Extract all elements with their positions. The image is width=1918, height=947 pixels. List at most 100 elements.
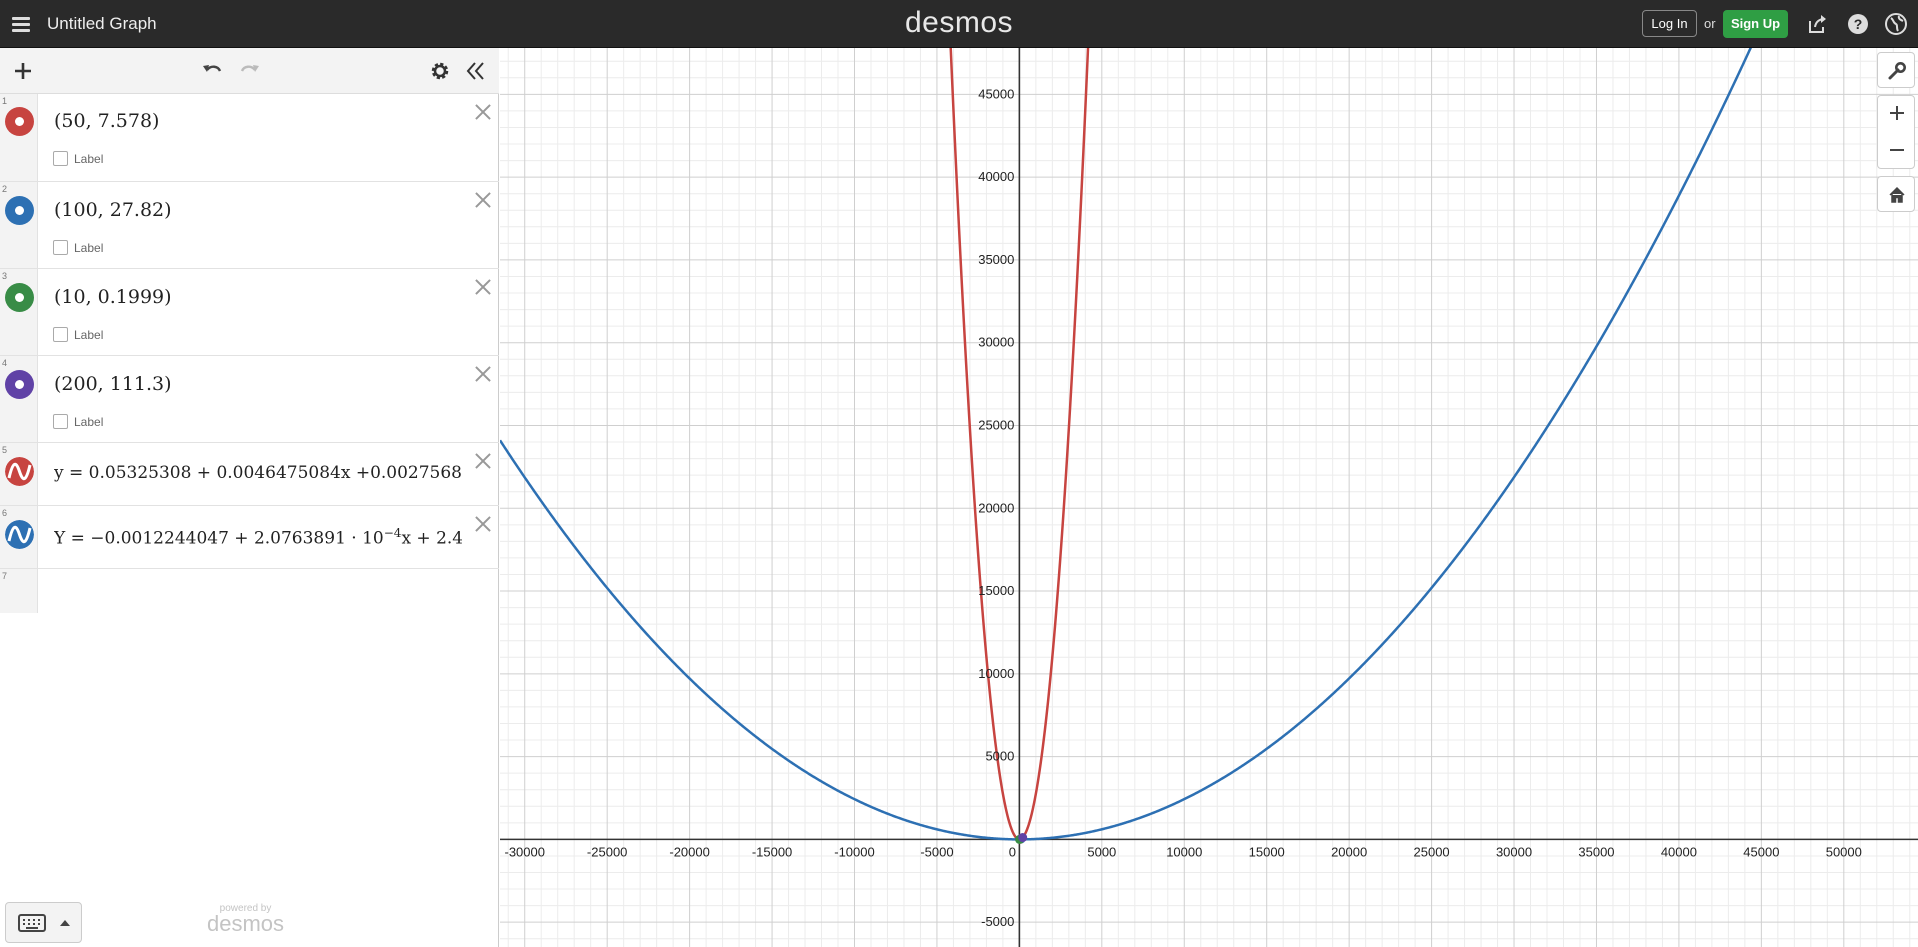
expression-row[interactable]: 4 (200, 111.3) Label (0, 356, 499, 443)
graph-title[interactable]: Untitled Graph (47, 14, 157, 34)
point-color-icon[interactable] (5, 107, 34, 136)
wrench-settings-icon (1888, 62, 1906, 80)
x-tick-label: 0 (1009, 844, 1016, 859)
y-tick-label: 20000 (978, 500, 1014, 515)
default-viewport-button[interactable] (1877, 176, 1915, 212)
expression-part: x + 2.4 (401, 528, 462, 549)
close-icon[interactable] (472, 189, 494, 211)
expression-input[interactable]: y = 0.05325308 + 0.0046475084x +0.002756… (54, 463, 462, 483)
x-tick-label: 20000 (1331, 844, 1367, 859)
expression-gutter: 4 (0, 356, 38, 442)
expression-number: 7 (2, 571, 8, 581)
signup-button[interactable]: Sign Up (1723, 10, 1788, 38)
expression-input[interactable]: Y = −0.0012244047 + 2.0763891 · 10−4x + … (54, 526, 462, 549)
y-tick-label: -5000 (981, 914, 1014, 929)
label-text: Label (74, 151, 104, 166)
graph-canvas[interactable]: -30000 -25000 -20000 -15000 -10000 -5000 0 5000… (500, 48, 1918, 947)
expression-gutter: 3 (0, 269, 38, 355)
powered-by-desmos: powered by desmos (207, 903, 284, 937)
zoom-out-icon[interactable] (1888, 141, 1906, 159)
expression-row[interactable]: 2 (100, 27.82) Label (0, 182, 499, 269)
expression-input[interactable]: (10, 0.1999) (54, 286, 172, 308)
x-tick-label: 10000 (1166, 844, 1202, 859)
x-tick-label: -5000 (920, 844, 953, 859)
expression-toolbar (0, 48, 499, 94)
redo-icon[interactable] (237, 58, 263, 84)
close-icon[interactable] (472, 450, 494, 472)
close-icon[interactable] (472, 276, 494, 298)
x-tick-label: 50000 (1826, 844, 1862, 859)
curve-series-2 (500, 48, 1752, 841)
expression-panel: 1 (50, 7.578) Label 2 (100, 27.82) Label (0, 48, 499, 947)
expression-gutter: 1 (0, 94, 38, 181)
data-point-4 (1018, 833, 1028, 843)
label-toggle[interactable]: Label (53, 240, 103, 255)
desmos-logo: desmos (904, 6, 1014, 39)
expression-list: 1 (50, 7.578) Label 2 (100, 27.82) Label (0, 94, 499, 613)
close-icon[interactable] (472, 101, 494, 123)
y-tick-label: 35000 (978, 252, 1014, 267)
label-checkbox[interactable] (53, 151, 68, 166)
x-tick-label: -30000 (504, 844, 544, 859)
powered-by-logo: desmos (207, 911, 285, 936)
expression-gutter: 2 (0, 182, 38, 268)
x-tick-label: -15000 (752, 844, 792, 859)
expression-input[interactable]: (50, 7.578) (54, 110, 159, 132)
expression-row[interactable]: 5 y = 0.05325308 + 0.0046475084x +0.0027… (0, 443, 499, 506)
label-checkbox[interactable] (53, 327, 68, 342)
label-text: Label (74, 240, 104, 255)
expression-gutter: 7 (0, 569, 38, 613)
point-color-icon[interactable] (5, 196, 34, 225)
point-color-icon[interactable] (5, 370, 34, 399)
close-icon[interactable] (472, 363, 494, 385)
expression-gutter: 5 (0, 443, 38, 505)
function-wave-icon[interactable] (5, 457, 34, 486)
expression-part: Y = −0.0012244047 + 2.0763891 · 10 (54, 528, 384, 549)
x-tick-label: 5000 (1087, 844, 1116, 859)
zoom-controls (1877, 95, 1915, 169)
share-icon[interactable] (1806, 12, 1830, 36)
expression-row[interactable]: 3 (10, 0.1999) Label (0, 269, 499, 356)
expression-row[interactable]: 1 (50, 7.578) Label (0, 94, 499, 182)
expression-number: 4 (2, 358, 8, 368)
keyboard-toggle-button[interactable] (5, 902, 82, 943)
y-tick-label: 5000 (985, 749, 1014, 764)
function-wave-icon[interactable] (5, 520, 34, 549)
y-tick-label: 25000 (978, 417, 1014, 432)
expression-input[interactable]: (200, 111.3) (54, 373, 172, 395)
expression-row[interactable]: 6 Y = −0.0012244047 + 2.0763891 · 10−4x … (0, 506, 499, 569)
point-color-icon[interactable] (5, 283, 34, 312)
label-text: Label (74, 414, 104, 429)
x-tick-label: 30000 (1496, 844, 1532, 859)
label-checkbox[interactable] (53, 414, 68, 429)
label-toggle[interactable]: Label (53, 327, 103, 342)
login-button[interactable]: Log In (1642, 10, 1697, 37)
home-icon (1889, 186, 1905, 203)
curve-series-1 (949, 48, 1090, 841)
y-tick-label: 40000 (978, 169, 1014, 184)
caret-up-icon (60, 920, 70, 926)
top-bar: Untitled Graph desmos Log In or Sign Up … (0, 0, 1918, 48)
y-tick-label: 10000 (978, 666, 1014, 681)
expression-number: 3 (2, 271, 8, 281)
x-tick-label: 45000 (1743, 844, 1779, 859)
label-checkbox[interactable] (53, 240, 68, 255)
label-text: Label (74, 327, 104, 342)
language-globe-icon[interactable] (1884, 12, 1908, 36)
zoom-in-icon[interactable] (1888, 104, 1906, 122)
close-icon[interactable] (472, 513, 494, 535)
label-toggle[interactable]: Label (53, 151, 103, 166)
settings-gear-icon[interactable] (427, 58, 453, 84)
graph-plot[interactable]: -30000 -25000 -20000 -15000 -10000 -5000 0 5000… (500, 48, 1918, 947)
collapse-panel-icon[interactable] (463, 58, 489, 84)
y-tick-label: 45000 (978, 86, 1014, 101)
undo-icon[interactable] (199, 58, 225, 84)
x-tick-label: 25000 (1414, 844, 1450, 859)
new-expression-row[interactable]: 7 (0, 569, 499, 613)
add-icon[interactable] (10, 58, 36, 84)
graph-settings-button[interactable] (1877, 52, 1915, 88)
label-toggle[interactable]: Label (53, 414, 103, 429)
hamburger-menu-icon[interactable] (8, 11, 34, 37)
expression-input[interactable]: (100, 27.82) (54, 199, 172, 221)
help-icon[interactable]: ? (1846, 12, 1870, 36)
